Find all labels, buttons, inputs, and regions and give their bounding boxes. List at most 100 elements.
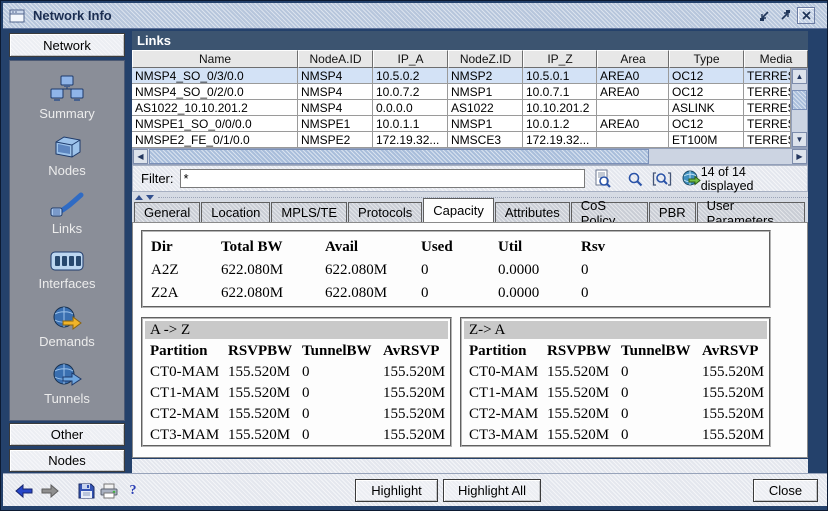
sidebar-item-nodes[interactable]: Nodes bbox=[48, 134, 86, 178]
partition-header-row: Partition RSVPBW TunnelBW AvRSVP bbox=[464, 341, 767, 362]
scroll-down-button[interactable]: ▼ bbox=[792, 132, 807, 147]
sidebar-item-summary[interactable]: Summary bbox=[39, 75, 95, 121]
globe-export-icon[interactable] bbox=[681, 170, 701, 187]
cell: NMSP1 bbox=[448, 84, 523, 100]
close-button[interactable]: Close bbox=[753, 479, 818, 502]
interfaces-panel-icon bbox=[49, 249, 85, 273]
cell: NMSP4 bbox=[298, 84, 373, 100]
sidebar-item-links[interactable]: Links bbox=[49, 192, 85, 236]
filter-label: Filter: bbox=[141, 171, 174, 186]
cell: AREA0 bbox=[597, 84, 669, 100]
summary-monitors-icon bbox=[49, 75, 85, 103]
sidebar-item-demands[interactable]: Demands bbox=[39, 305, 95, 349]
capacity-tab-panel: Dir Total BW Avail Used Util Rsv A2Z 622… bbox=[132, 222, 808, 458]
tab-attributes[interactable]: Attributes bbox=[495, 202, 570, 222]
cell: NMSPE2 bbox=[298, 132, 373, 148]
tab-cos-policy[interactable]: CoS Policy bbox=[571, 202, 648, 222]
minimize-icon[interactable] bbox=[755, 7, 773, 24]
sidebar-icon-panel: Summary Nodes Links bbox=[9, 60, 125, 421]
zoom-icon[interactable] bbox=[627, 171, 643, 187]
table-row[interactable]: NMSPE2_FE_0/1/0.0 NMSPE2 172.19.32... NM… bbox=[132, 132, 791, 148]
cell: 10.10.201.2 bbox=[523, 100, 597, 116]
window-title: Network Info bbox=[33, 8, 112, 23]
other-group-label: Other bbox=[51, 427, 84, 442]
column-header[interactable]: NodeA.ID bbox=[298, 50, 373, 68]
cell: 0.0.0.0 bbox=[373, 100, 448, 116]
cell: NMSCE3 bbox=[448, 132, 523, 148]
column-header[interactable]: Name bbox=[132, 50, 298, 68]
restore-icon[interactable] bbox=[776, 7, 794, 24]
tab-capacity[interactable]: Capacity bbox=[423, 198, 494, 222]
sidebar-item-tunnels[interactable]: Tunnels bbox=[44, 362, 90, 406]
sidebar-item-interfaces[interactable]: Interfaces bbox=[38, 249, 95, 291]
cell: TERRES bbox=[744, 116, 791, 132]
back-icon[interactable] bbox=[15, 482, 33, 499]
summary-header-row: Dir Total BW Avail Used Util Rsv bbox=[151, 236, 769, 259]
cell: 10.5.0.1 bbox=[523, 68, 597, 84]
print-icon[interactable] bbox=[100, 482, 118, 499]
column-header[interactable]: Area bbox=[597, 50, 669, 68]
cell: 10.5.0.2 bbox=[373, 68, 448, 84]
tab-location[interactable]: Location bbox=[201, 202, 270, 222]
links-table-header: Name NodeA.ID IP_A NodeZ.ID IP_Z Area Ty… bbox=[132, 50, 808, 68]
scroll-left-button[interactable]: ◀ bbox=[133, 149, 148, 164]
sidebar-item-label: Interfaces bbox=[38, 276, 95, 291]
demands-globe-icon bbox=[51, 305, 83, 331]
filter-bar: Filter: 14 of 14 displayed bbox=[132, 165, 808, 192]
partition-panel-z-to-a: Z-> A Partition RSVPBW TunnelBW AvRSVP C… bbox=[460, 317, 771, 447]
column-header[interactable]: Type bbox=[669, 50, 744, 68]
window-icon bbox=[9, 9, 25, 23]
network-group-button[interactable]: Network bbox=[9, 33, 125, 57]
table-row[interactable]: AS1022_10.10.201.2 NMSP4 0.0.0.0 AS1022 … bbox=[132, 100, 791, 116]
cell: AREA0 bbox=[597, 68, 669, 84]
zoom-area-icon[interactable] bbox=[652, 171, 672, 187]
scroll-up-button[interactable]: ▲ bbox=[792, 69, 807, 84]
partition-row: CT1-MAM 155.520M 0 155.520M bbox=[145, 383, 448, 404]
partition-panel-a-to-z: A -> Z Partition RSVPBW TunnelBW AvRSVP … bbox=[141, 317, 452, 447]
table-row[interactable]: NMSP4_SO_0/2/0.0 NMSP4 10.0.7.2 NMSP1 10… bbox=[132, 84, 791, 100]
cell: NMSP4 bbox=[298, 68, 373, 84]
cell: ET100M bbox=[669, 132, 744, 148]
forward-icon[interactable] bbox=[41, 482, 59, 499]
cell: 10.0.7.1 bbox=[523, 84, 597, 100]
nodes-group-button[interactable]: Nodes bbox=[9, 449, 125, 472]
column-header[interactable]: Media bbox=[744, 50, 808, 68]
sidebar-item-label: Links bbox=[52, 221, 82, 236]
column-header[interactable]: NodeZ.ID bbox=[448, 50, 523, 68]
tab-mpls-te[interactable]: MPLS/TE bbox=[271, 202, 347, 222]
cell: NMSPE1 bbox=[298, 116, 373, 132]
help-icon[interactable]: ? bbox=[124, 482, 142, 499]
close-icon[interactable] bbox=[797, 7, 815, 24]
cell: TERRES bbox=[744, 132, 791, 148]
partition-row: CT3-MAM 155.520M 0 155.520M bbox=[145, 425, 448, 446]
horizontal-scroll-thumb[interactable] bbox=[149, 149, 649, 164]
report-search-icon[interactable] bbox=[594, 169, 611, 188]
table-row[interactable]: NMSPE1_SO_0/0/0.0 NMSPE1 10.0.1.1 NMSP1 … bbox=[132, 116, 791, 132]
filter-input[interactable] bbox=[180, 169, 585, 188]
other-group-button[interactable]: Other bbox=[9, 423, 125, 446]
partition-row: CT0-MAM 155.520M 0 155.520M bbox=[464, 362, 767, 383]
column-header[interactable]: IP_A bbox=[373, 50, 448, 68]
tab-pbr[interactable]: PBR bbox=[649, 202, 696, 222]
cell: NMSP4_SO_0/2/0.0 bbox=[132, 84, 298, 100]
cell bbox=[597, 100, 669, 116]
table-row[interactable]: NMSP4_SO_0/3/0.0 NMSP4 10.5.0.2 NMSP2 10… bbox=[132, 68, 791, 84]
vertical-scroll-thumb[interactable] bbox=[792, 90, 807, 110]
scroll-right-button[interactable]: ▶ bbox=[792, 149, 807, 164]
tab-general[interactable]: General bbox=[134, 202, 200, 222]
vertical-scrollbar: ▲ ▼ bbox=[791, 68, 808, 148]
column-header[interactable]: IP_Z bbox=[523, 50, 597, 68]
detail-tabs: General Location MPLS/TE Protocols Capac… bbox=[134, 198, 806, 222]
tab-user-parameters[interactable]: User Parameters bbox=[697, 202, 805, 222]
cell: 10.0.7.2 bbox=[373, 84, 448, 100]
highlight-all-button[interactable]: Highlight All bbox=[443, 479, 541, 502]
cell: 172.19.32... bbox=[523, 132, 597, 148]
cell: NMSPE2_FE_0/1/0.0 bbox=[132, 132, 298, 148]
close-label: Close bbox=[769, 483, 802, 498]
tab-protocols[interactable]: Protocols bbox=[348, 202, 422, 222]
titlebar[interactable]: Network Info bbox=[3, 3, 827, 29]
save-icon[interactable] bbox=[77, 482, 95, 499]
sidebar-item-label: Nodes bbox=[48, 163, 86, 178]
highlight-button[interactable]: Highlight bbox=[355, 479, 438, 502]
partition-row: CT3-MAM 155.520M 0 155.520M bbox=[464, 425, 767, 446]
